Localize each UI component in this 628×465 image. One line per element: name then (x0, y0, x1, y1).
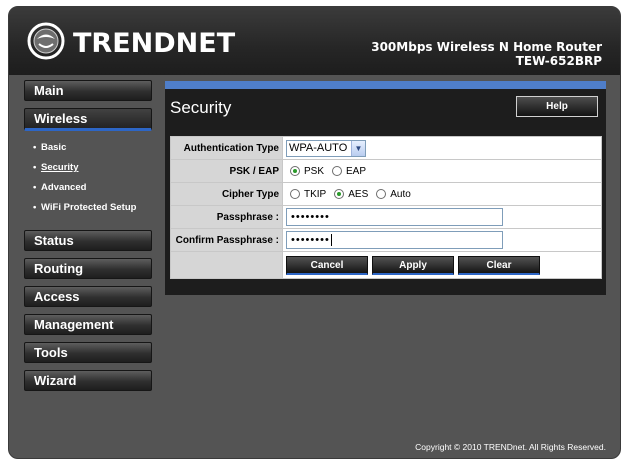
passphrase-label: Passphrase : (171, 206, 283, 228)
subnav-basic-label: Basic (41, 142, 67, 153)
auth-type-label: Authentication Type (171, 137, 283, 159)
eap-radio-label: EAP (346, 165, 367, 177)
copyright-text: Copyright © 2010 TRENDnet. All Rights Re… (415, 442, 606, 452)
eap-radio[interactable] (332, 166, 343, 176)
tkip-radio-label: TKIP (304, 188, 327, 200)
psk-eap-field: PSK EAP (283, 160, 601, 182)
auto-radio[interactable] (376, 189, 387, 199)
actions-row: Cancel Apply Clear (171, 252, 601, 278)
auth-type-select[interactable]: WPA-AUTO ▼ (286, 139, 366, 157)
auth-type-row: Authentication Type WPA-AUTO ▼ (171, 137, 601, 160)
aes-radio-label: AES (348, 188, 369, 200)
model-number: TEW-652BRP (515, 54, 602, 68)
nav-main[interactable]: Main (24, 80, 152, 101)
bullet-icon: • (33, 142, 37, 153)
bullet-icon: • (33, 162, 37, 173)
actions-label-cell (171, 252, 283, 278)
nav-management[interactable]: Management (24, 314, 152, 335)
auth-type-field: WPA-AUTO ▼ (283, 137, 601, 159)
subnav-basic[interactable]: • Basic (24, 138, 152, 158)
panel-top-bar (165, 81, 606, 89)
confirm-passphrase-input[interactable]: •••••••• (286, 231, 503, 249)
cipher-type-row: Cipher Type TKIP AES Auto (171, 183, 601, 206)
header: TRENDNET 300Mbps Wireless N Home Router … (9, 7, 620, 75)
nav-wizard[interactable]: Wizard (24, 370, 152, 391)
clear-button[interactable]: Clear (458, 255, 540, 275)
brand-logo-text: TRENDNET (73, 28, 236, 59)
cancel-button[interactable]: Cancel (286, 255, 368, 275)
nav-wireless[interactable]: Wireless (24, 108, 152, 131)
bullet-icon: • (33, 182, 37, 193)
content-panel: Security Help Authentication Type WPA-AU… (165, 81, 606, 295)
nav-routing[interactable]: Routing (24, 258, 152, 279)
product-line: 300Mbps Wireless N Home Router (371, 40, 602, 54)
psk-eap-label: PSK / EAP (171, 160, 283, 182)
passphrase-row: Passphrase : •••••••• (171, 206, 601, 229)
aes-radio[interactable] (334, 189, 345, 199)
subnav-advanced[interactable]: • Advanced (24, 178, 152, 198)
auto-radio-label: Auto (390, 188, 411, 200)
confirm-passphrase-label: Confirm Passphrase : (171, 229, 283, 251)
subnav-wps[interactable]: • WiFi Protected Setup (24, 198, 152, 218)
passphrase-field: •••••••• (283, 206, 601, 228)
help-button[interactable]: Help (516, 96, 598, 117)
cipher-type-field: TKIP AES Auto (283, 183, 601, 205)
subnav-security[interactable]: • Security (24, 158, 152, 178)
product-info: 300Mbps Wireless N Home Router TEW-652BR… (371, 40, 602, 68)
passphrase-input[interactable]: •••••••• (286, 208, 503, 226)
page-title: Security (170, 98, 232, 117)
nav-status[interactable]: Status (24, 230, 152, 251)
action-buttons: Cancel Apply Clear (283, 252, 601, 278)
cipher-type-label: Cipher Type (171, 183, 283, 205)
auth-type-value: WPA-AUTO (289, 141, 348, 154)
subnav-advanced-label: Advanced (41, 182, 87, 193)
psk-radio[interactable] (290, 166, 300, 176)
wireless-subnav: • Basic • Security • Advanced • WiFi Protect… (24, 138, 152, 218)
confirm-passphrase-field: •••••••• (283, 229, 601, 251)
psk-radio-label: PSK (304, 165, 325, 177)
tkip-radio[interactable] (290, 189, 300, 199)
security-form: Authentication Type WPA-AUTO ▼ PSK / EAP… (170, 136, 602, 279)
nav-tools[interactable]: Tools (24, 342, 152, 363)
psk-eap-row: PSK / EAP PSK EAP (171, 160, 601, 183)
apply-button[interactable]: Apply (372, 255, 454, 275)
trendnet-logo-icon (27, 22, 65, 60)
confirm-passphrase-row: Confirm Passphrase : •••••••• (171, 229, 601, 252)
chevron-down-icon: ▼ (351, 140, 365, 156)
subnav-wps-label: WiFi Protected Setup (41, 202, 137, 213)
router-admin-frame: TRENDNET 300Mbps Wireless N Home Router … (8, 6, 621, 459)
bullet-icon: • (33, 202, 37, 213)
nav-access[interactable]: Access (24, 286, 152, 307)
sidebar-nav: Main Wireless • Basic • Security • Advanced… (24, 80, 152, 398)
subnav-security-label: Security (41, 162, 79, 173)
